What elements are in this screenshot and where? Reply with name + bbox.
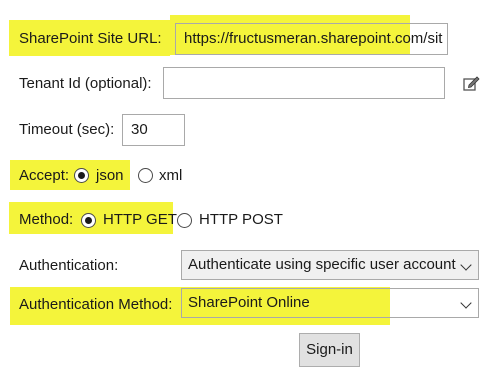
auth-method-select[interactable]: SharePoint Online <box>181 288 479 318</box>
authentication-select[interactable]: Authenticate using specific user account <box>181 250 479 280</box>
accept-label: Accept: <box>19 167 70 184</box>
method-post-radio[interactable] <box>177 213 192 228</box>
edit-icon[interactable] <box>462 73 482 93</box>
method-label: Method: <box>19 211 74 228</box>
chevron-down-icon <box>460 259 472 271</box>
auth-method-value: SharePoint Online <box>188 294 310 311</box>
accept-xml-radio[interactable] <box>138 168 153 183</box>
site-url-label: SharePoint Site URL: <box>19 30 162 47</box>
chevron-down-icon <box>460 297 472 309</box>
signin-button[interactable]: Sign-in <box>299 333 360 367</box>
accept-xml-label[interactable]: xml <box>159 166 182 186</box>
timeout-input[interactable]: 30 <box>122 114 185 146</box>
accept-json-label[interactable]: json <box>96 166 124 186</box>
method-post-label[interactable]: HTTP POST <box>199 210 283 230</box>
tenant-id-label: Tenant Id (optional): <box>19 75 152 92</box>
authentication-value: Authenticate using specific user account <box>188 256 456 273</box>
authentication-label: Authentication: <box>19 257 119 274</box>
site-url-input[interactable]: https://fructusmeran.sharepoint.com/sit <box>175 23 448 55</box>
method-get-label[interactable]: HTTP GET <box>103 210 177 230</box>
timeout-label: Timeout (sec): <box>19 121 115 138</box>
auth-method-label: Authentication Method: <box>19 296 173 313</box>
tenant-id-input[interactable] <box>163 67 445 99</box>
method-get-radio[interactable] <box>81 213 96 228</box>
accept-json-radio[interactable] <box>74 168 89 183</box>
